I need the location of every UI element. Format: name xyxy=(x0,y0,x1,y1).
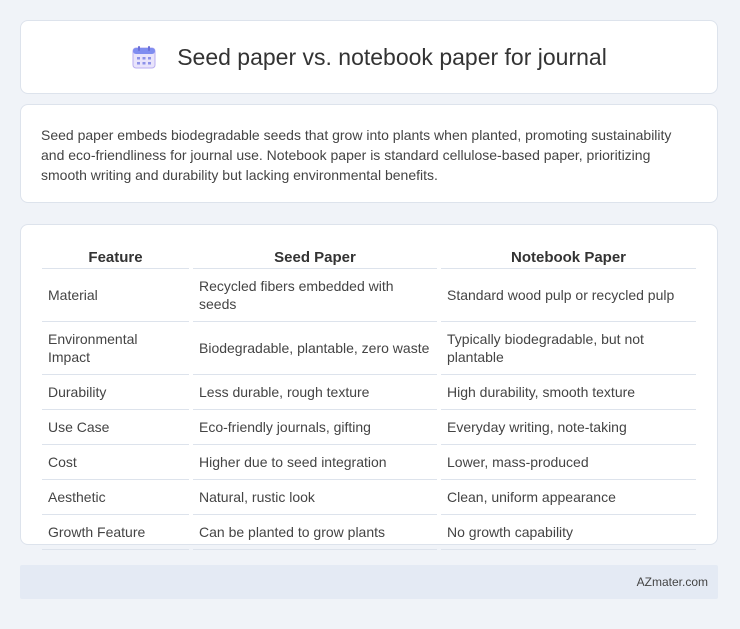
table-row: Cost Higher due to seed integration Lower,… xyxy=(42,445,696,480)
cell-feature: Growth Feature xyxy=(42,515,189,550)
cell-seed-paper: Natural, rustic look xyxy=(193,480,437,515)
title-card: Seed paper vs. notebook paper for journa… xyxy=(20,20,718,94)
table-row: Growth Feature Can be planted to grow pla… xyxy=(42,515,696,550)
cell-seed-paper: Biodegradable, plantable, zero waste xyxy=(193,322,437,375)
table-row: Environmental Impact Biodegradable, plant… xyxy=(42,322,696,375)
cell-feature: Aesthetic xyxy=(42,480,189,515)
summary-text: Seed paper embeds biodegradable seeds th… xyxy=(41,127,672,183)
cell-seed-paper: Recycled fibers embedded with seeds xyxy=(193,269,437,322)
cell-feature: Environmental Impact xyxy=(42,322,189,375)
cell-notebook-paper: No growth capability xyxy=(441,515,696,550)
cell-notebook-paper: High durability, smooth texture xyxy=(441,375,696,410)
cell-seed-paper: Can be planted to grow plants xyxy=(193,515,437,550)
table-header-row: Feature Seed Paper Notebook Paper xyxy=(42,245,696,269)
cell-seed-paper: Higher due to seed integration xyxy=(193,445,437,480)
cell-notebook-paper: Standard wood pulp or recycled pulp xyxy=(441,269,696,322)
cell-seed-paper: Less durable, rough texture xyxy=(193,375,437,410)
calendar-icon xyxy=(132,46,156,69)
table-body: Material Recycled fibers embedded with se… xyxy=(42,269,696,550)
title-wrap: Seed paper vs. notebook paper for journa… xyxy=(131,44,607,71)
summary-card: Seed paper embeds biodegradable seeds th… xyxy=(20,104,718,203)
comparison-table: Feature Seed Paper Notebook Paper Materi… xyxy=(42,245,696,550)
table-row: Durability Less durable, rough texture Hig… xyxy=(42,375,696,410)
column-header-feature: Feature xyxy=(42,245,189,269)
footer-site-name: AZmater.com xyxy=(636,575,708,589)
cell-seed-paper: Eco-friendly journals, gifting xyxy=(193,410,437,445)
table-row: Material Recycled fibers embedded with se… xyxy=(42,269,696,322)
comparison-table-card: Feature Seed Paper Notebook Paper Materi… xyxy=(20,224,718,550)
cell-feature: Durability xyxy=(42,375,189,410)
cell-feature: Cost xyxy=(42,445,189,480)
cell-notebook-paper: Lower, mass-produced xyxy=(441,445,696,480)
table-row: Use Case Eco-friendly journals, gifting Ev… xyxy=(42,410,696,445)
page-title: Seed paper vs. notebook paper for journa… xyxy=(177,43,607,70)
column-header-seed-paper: Seed Paper xyxy=(193,245,437,269)
table-row: Aesthetic Natural, rustic look Clean, unif… xyxy=(42,480,696,515)
cell-notebook-paper: Typically biodegradable, but not plantab… xyxy=(441,322,696,375)
cell-feature: Use Case xyxy=(42,410,189,445)
column-header-notebook-paper: Notebook Paper xyxy=(441,245,696,269)
cell-notebook-paper: Clean, uniform appearance xyxy=(441,480,696,515)
cell-notebook-paper: Everyday writing, note-taking xyxy=(441,410,696,445)
cell-feature: Material xyxy=(42,269,189,322)
footer: AZmater.com xyxy=(20,565,718,599)
